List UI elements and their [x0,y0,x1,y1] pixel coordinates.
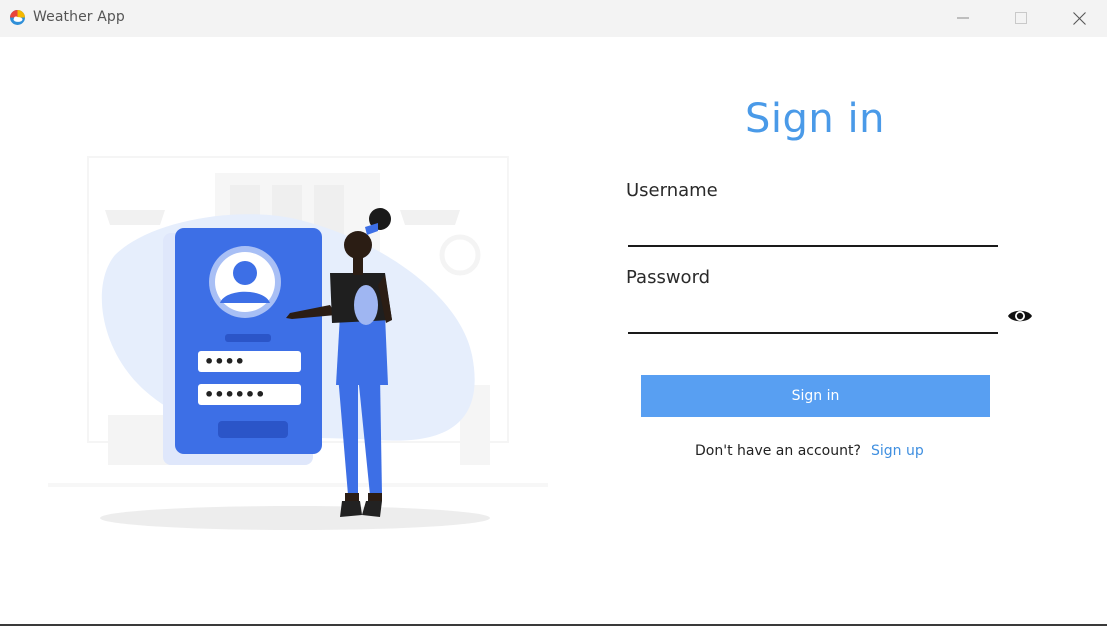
signup-prompt: Don't have an account? [695,443,861,459]
eye-icon[interactable] [1006,306,1034,326]
password-input[interactable] [628,302,998,334]
username-label: Username [626,180,718,201]
sign-up-link[interactable]: Sign up [871,443,924,459]
app-logo-icon [10,10,25,25]
maximize-icon [1015,12,1027,24]
sign-in-button[interactable]: Sign in [641,375,990,417]
illustration-password-dots: •••••• [204,385,265,404]
floor-shadow [100,506,490,530]
close-button[interactable] [1056,0,1102,36]
password-label: Password [626,267,711,288]
page-title: Sign in [745,96,885,142]
maximize-button[interactable] [998,0,1044,36]
close-icon [1072,11,1086,25]
minimize-button[interactable] [940,0,986,36]
illustration-username-dots: •••• [204,352,245,371]
title-bar[interactable]: Weather App [0,0,1107,37]
login-illustration: •••• •••••• [48,156,548,530]
app-window: Weather App •••• •••••• Sign in Username… [0,0,1107,626]
window-title: Weather App [33,9,125,25]
minimize-icon [957,17,969,19]
username-input[interactable] [628,215,998,247]
